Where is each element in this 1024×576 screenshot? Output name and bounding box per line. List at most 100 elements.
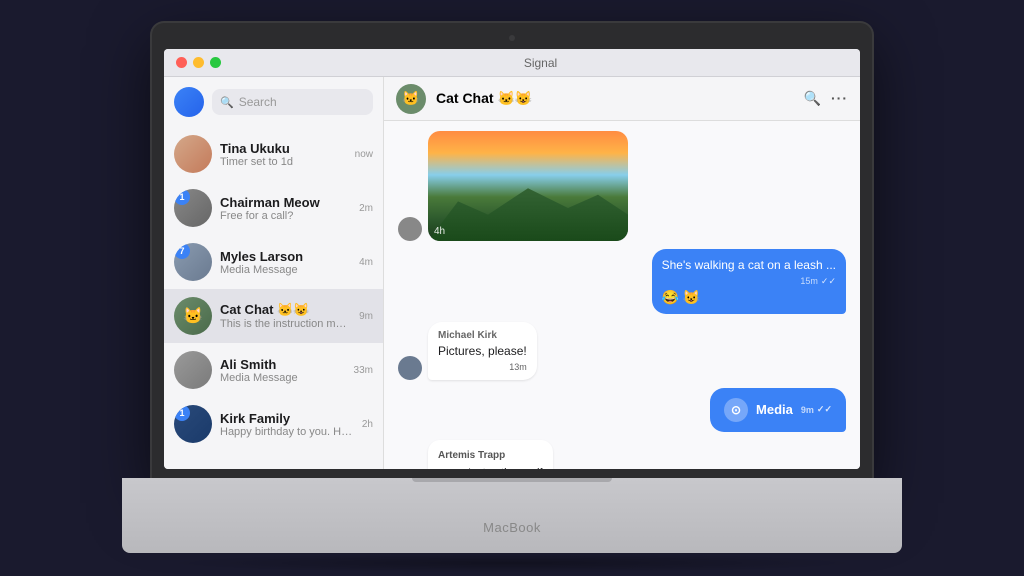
laptop-base: MacBook: [122, 478, 902, 553]
sender-avatar-michael: [398, 356, 422, 380]
msg-row-attachment: Artemis Trapp PDF Instructions.pdf 21.04…: [398, 440, 846, 469]
conv-time: 33m: [354, 365, 373, 376]
msg-text: Pictures, please!: [438, 343, 527, 360]
chat-area: 🐱 Cat Chat 🐱😺 🔍 ···: [384, 77, 860, 469]
conv-avatar-kirk: 1: [174, 405, 212, 443]
conv-avatar-myles: 7: [174, 243, 212, 281]
close-button[interactable]: [176, 57, 187, 68]
conv-avatar-chairman: 1: [174, 189, 212, 227]
conv-name: Ali Smith: [220, 357, 346, 372]
conv-preview: Free for a call?: [220, 210, 351, 222]
msg-time: 15m: [800, 276, 818, 286]
img-timestamp: 4h: [434, 226, 445, 237]
conv-preview: Media Message: [220, 372, 346, 384]
laptop-wrapper: Signal 🔍 Search: [122, 23, 902, 553]
app-body: 🔍 Search Tina Ukuku Timer set to 1d: [164, 77, 860, 469]
conv-preview: Timer set to 1d: [220, 156, 347, 168]
msg-row-image: 4h: [398, 131, 846, 241]
msg-row-michael: Michael Kirk Pictures, please! 13m: [398, 322, 846, 380]
conv-name: Chairman Meow: [220, 195, 351, 210]
sender-avatar-img: [398, 217, 422, 241]
attachment-name: Instructions.pdf: [468, 467, 543, 469]
more-button[interactable]: ···: [831, 90, 848, 107]
msg-row-walking: She's walking a cat on a leash ... 15m ✓…: [398, 249, 846, 314]
window-title: Signal: [233, 56, 848, 70]
search-bar[interactable]: 🔍 Search: [212, 89, 373, 115]
conv-time: 2m: [359, 203, 373, 214]
msg-reactions: 😂 😺: [662, 289, 836, 306]
msg-check-icon: ✓✓: [817, 404, 832, 415]
chat-title: Cat Chat 🐱😺: [436, 90, 794, 107]
msg-image: 4h: [428, 131, 628, 241]
conv-name: Cat Chat 🐱😺: [220, 302, 351, 318]
conv-avatar-ali: [174, 351, 212, 389]
conv-name: Kirk Family: [220, 411, 354, 426]
msg-row-media: ⊙ Media 9m ✓✓: [398, 388, 846, 432]
msg-bubble-walking: She's walking a cat on a leash ... 15m ✓…: [652, 249, 846, 314]
minimize-button[interactable]: [193, 57, 204, 68]
attachment-file: PDF Instructions.pdf 21.04 KB: [438, 467, 543, 469]
laptop-screen-bezel: Signal 🔍 Search: [152, 23, 872, 483]
conv-info-kirk: Kirk Family Happy birthday to you. Happy…: [220, 411, 354, 438]
conv-info-chairman: Chairman Meow Free for a call?: [220, 195, 351, 222]
msg-meta: 15m ✓✓: [662, 276, 836, 287]
conv-info-myles: Myles Larson Media Message: [220, 249, 351, 276]
attachment-info: Instructions.pdf 21.04 KB: [468, 467, 543, 469]
laptop-shadow: [162, 553, 862, 573]
unread-badge: 1: [174, 189, 190, 205]
sidebar: 🔍 Search Tina Ukuku Timer set to 1d: [164, 77, 384, 469]
msg-meta: 13m: [438, 362, 527, 372]
conv-item-myles[interactable]: 7 Myles Larson Media Message 4m: [164, 235, 383, 289]
conv-time: now: [355, 149, 373, 160]
conversation-list: Tina Ukuku Timer set to 1d now 1 Chair: [164, 127, 383, 469]
conv-info-catcher: Cat Chat 🐱😺 This is the instruction manu…: [220, 302, 351, 330]
macbook-label: MacBook: [483, 520, 541, 535]
search-button[interactable]: 🔍: [804, 90, 821, 107]
chat-messages: 4h She's walking a cat on a leash ... 15…: [384, 121, 860, 469]
traffic-lights: [176, 57, 221, 68]
unread-badge: 1: [174, 405, 190, 421]
search-icon: 🔍: [220, 96, 234, 109]
media-label: Media: [756, 402, 793, 417]
conv-time: 2h: [362, 419, 373, 430]
conv-avatar-catcher: 🐱: [174, 297, 212, 335]
msg-sender-name: Michael Kirk: [438, 330, 527, 341]
maximize-button[interactable]: [210, 57, 221, 68]
chat-title-text: Cat Chat 🐱😺: [436, 90, 532, 107]
conv-preview: Media Message: [220, 264, 351, 276]
mountain-scene: [428, 131, 628, 241]
conv-item-chairman[interactable]: 1 Chairman Meow Free for a call? 2m: [164, 181, 383, 235]
conv-item-ali[interactable]: Ali Smith Media Message 33m: [164, 343, 383, 397]
msg-meta: 9m ✓✓: [801, 404, 832, 415]
unread-badge: 7: [174, 243, 190, 259]
my-avatar[interactable]: [174, 87, 204, 117]
conv-time: 9m: [359, 311, 373, 322]
conv-item-kirk[interactable]: 1 Kirk Family Happy birthday to you. Hap…: [164, 397, 383, 451]
conv-name: Tina Ukuku: [220, 141, 347, 156]
conv-name: Myles Larson: [220, 249, 351, 264]
attachment-sender: Artemis Trapp: [438, 450, 543, 461]
msg-check-icon: ✓✓: [821, 276, 836, 287]
chat-header-icons: 🔍 ···: [804, 90, 848, 107]
conv-item-catcher[interactable]: 🐱 Cat Chat 🐱😺 This is the instruction ma…: [164, 289, 383, 343]
msg-image-container: 4h: [428, 131, 628, 241]
msg-bubble-michael: Michael Kirk Pictures, please! 13m: [428, 322, 537, 380]
msg-media-bubble: ⊙ Media 9m ✓✓: [710, 388, 846, 432]
chat-header-avatar: 🐱: [396, 84, 426, 114]
conv-info-ali: Ali Smith Media Message: [220, 357, 346, 384]
conv-info-tina: Tina Ukuku Timer set to 1d: [220, 141, 347, 168]
camera-dot: [509, 35, 515, 41]
conv-avatar-tina: [174, 135, 212, 173]
conv-preview: Happy birthday to you. Happy birt...: [220, 426, 354, 438]
conv-item-tina[interactable]: Tina Ukuku Timer set to 1d now: [164, 127, 383, 181]
chat-header: 🐱 Cat Chat 🐱😺 🔍 ···: [384, 77, 860, 121]
titlebar: Signal: [164, 49, 860, 77]
msg-text: She's walking a cat on a leash ...: [662, 257, 836, 274]
msg-time: 9m: [801, 405, 814, 415]
conv-time: 4m: [359, 257, 373, 268]
screen: Signal 🔍 Search: [164, 49, 860, 469]
msg-attachment: Artemis Trapp PDF Instructions.pdf 21.04…: [428, 440, 553, 469]
msg-time: 13m: [509, 362, 527, 372]
search-placeholder: Search: [239, 95, 277, 109]
conv-preview: This is the instruction manual.: [220, 318, 351, 330]
